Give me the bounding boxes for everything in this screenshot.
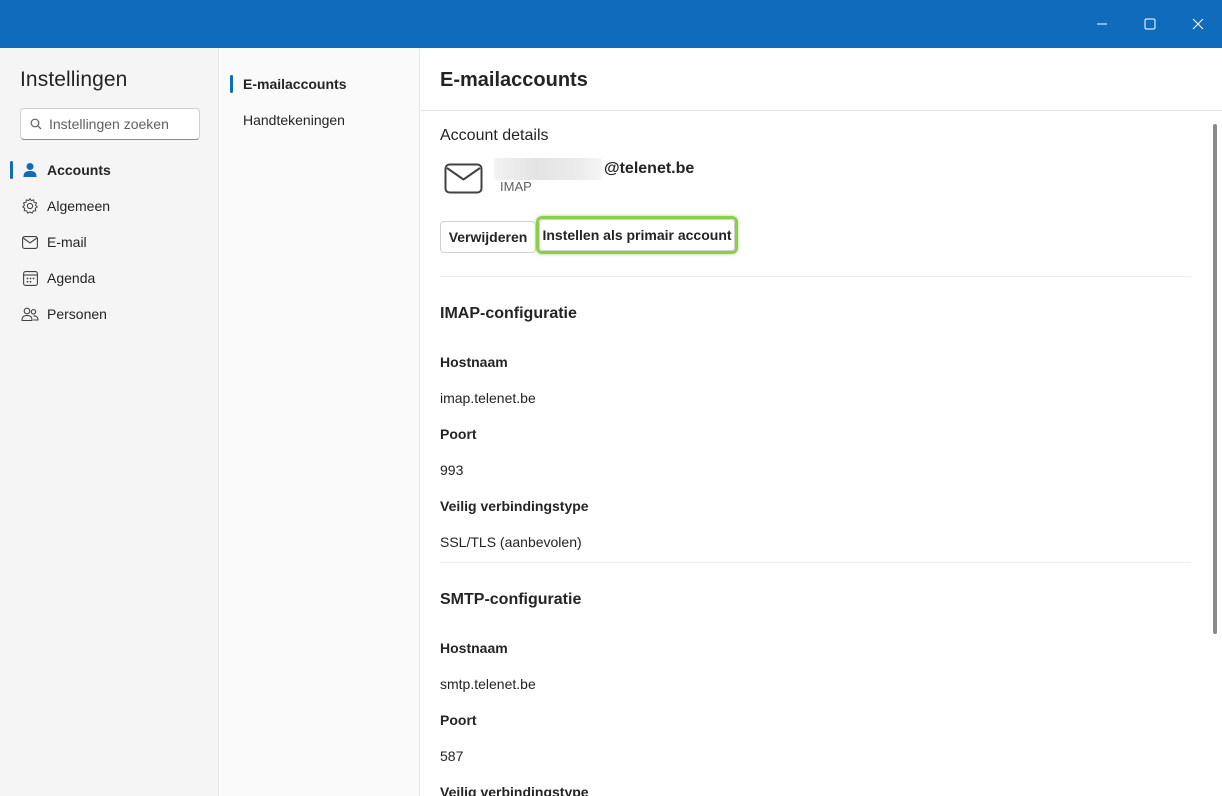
people-icon — [21, 305, 39, 323]
active-indicator — [10, 161, 13, 179]
account-email: @telenet.be — [494, 158, 694, 180]
section-divider — [440, 562, 1191, 563]
imap-host-value: imap.telenet.be — [440, 390, 536, 406]
minimize-icon — [1097, 23, 1107, 25]
search-icon — [30, 118, 42, 130]
active-indicator — [230, 75, 233, 93]
nav-item-label: E-mail — [47, 234, 87, 250]
close-icon — [1192, 18, 1204, 30]
close-button[interactable] — [1174, 0, 1222, 48]
smtp-host-label: Hostnaam — [440, 640, 508, 656]
smtp-port-label: Poort — [440, 712, 477, 728]
settings-content: E-mailaccounts Account details @telenet.… — [421, 48, 1222, 796]
email-domain: @telenet.be — [604, 160, 695, 177]
minimize-button[interactable] — [1078, 0, 1126, 48]
smtp-host-value: smtp.telenet.be — [440, 676, 536, 692]
nav-item-label: Personen — [47, 306, 107, 322]
imap-section-title: IMAP-configuratie — [440, 305, 577, 322]
gear-icon — [21, 197, 39, 215]
nav-item-email[interactable]: E-mail — [8, 226, 211, 258]
maximize-button[interactable] — [1126, 0, 1174, 48]
subnav-item-label: E-mailaccounts — [243, 76, 347, 92]
accounts-subnav: E-mailaccounts Handtekeningen — [220, 48, 420, 796]
content-header: E-mailaccounts — [421, 48, 1222, 111]
nav-item-accounts[interactable]: Accounts — [8, 154, 211, 186]
account-details-label: Account details — [440, 127, 549, 144]
title-bar — [0, 0, 1222, 48]
settings-search[interactable] — [20, 108, 200, 140]
smtp-port-value: 587 — [440, 748, 464, 764]
smtp-section-title: SMTP-configuratie — [440, 591, 582, 608]
nav-item-algemeen[interactable]: Algemeen — [8, 190, 211, 222]
set-primary-account-button[interactable]: Instellen als primair account — [539, 219, 735, 251]
section-divider — [440, 276, 1191, 277]
subnav-item-label: Handtekeningen — [243, 112, 345, 128]
calendar-icon — [21, 269, 39, 287]
search-input[interactable] — [49, 116, 189, 132]
email-redaction — [494, 158, 602, 180]
imap-port-label: Poort — [440, 426, 477, 442]
page-title: E-mailaccounts — [440, 69, 588, 91]
person-icon — [21, 161, 39, 179]
imap-security-label: Veilig verbindingstype — [440, 498, 589, 514]
mail-icon — [21, 233, 39, 251]
nav-item-label: Algemeen — [47, 198, 111, 214]
nav-item-personen[interactable]: Personen — [8, 298, 211, 330]
nav-title: Instellingen — [20, 68, 128, 91]
content-scrollbar[interactable] — [1213, 124, 1217, 634]
remove-account-button[interactable]: Verwijderen — [440, 221, 536, 253]
settings-nav: Instellingen Accounts Algemeen E-mail Ag… — [0, 48, 219, 796]
nav-item-label: Agenda — [47, 270, 96, 286]
subnav-item-emailaccounts[interactable]: E-mailaccounts — [228, 68, 412, 100]
nav-item-agenda[interactable]: Agenda — [8, 262, 211, 294]
smtp-security-label: Veilig verbindingstype — [440, 784, 589, 796]
imap-security-value: SSL/TLS (aanbevolen) — [440, 534, 582, 550]
mail-icon — [444, 163, 484, 200]
subnav-item-handtekeningen[interactable]: Handtekeningen — [228, 104, 412, 136]
content-scroll-area: Account details @telenet.be IMAP Verwijd… — [440, 111, 1194, 796]
maximize-icon — [1144, 18, 1156, 30]
account-type: IMAP — [500, 179, 532, 194]
imap-host-label: Hostnaam — [440, 354, 508, 370]
imap-port-value: 993 — [440, 462, 464, 478]
nav-item-label: Accounts — [47, 162, 111, 178]
